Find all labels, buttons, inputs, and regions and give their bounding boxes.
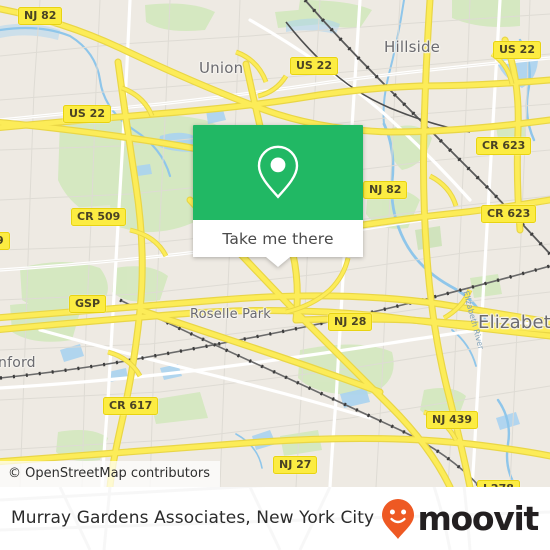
shield-nj-82-b: NJ 82 xyxy=(363,181,408,199)
shield-nj-27: NJ 27 xyxy=(273,456,318,474)
popup-header xyxy=(193,125,363,220)
osm-attribution[interactable]: © OpenStreetMap contributors xyxy=(0,461,220,487)
popup-pointer xyxy=(266,257,290,267)
shield-cr-623-a: CR 623 xyxy=(476,137,532,155)
footer-bar: Murray Gardens Associates, New York City… xyxy=(0,487,550,550)
shield-us-22-b: US 22 xyxy=(493,41,541,59)
shield-i-278: I 278 xyxy=(477,480,520,487)
moovit-smiley-pin-icon xyxy=(382,498,415,539)
map-screenshot: Union Hillside Roselle Park Elizabeth nf… xyxy=(0,0,550,550)
shield-nj-28: NJ 28 xyxy=(328,313,373,331)
shield-gsp: GSP xyxy=(69,295,107,313)
shield-nj-439: NJ 439 xyxy=(426,411,479,429)
location-pin-icon xyxy=(257,145,299,199)
shield-cr-509: CR 509 xyxy=(71,208,127,226)
location-popup[interactable]: Take me there xyxy=(193,125,363,267)
shield-route-9: 9 xyxy=(0,232,10,250)
page-title: Murray Gardens Associates, New York City xyxy=(11,508,375,528)
shield-cr-617: CR 617 xyxy=(103,397,159,415)
shield-cr-623-b: CR 623 xyxy=(481,205,537,223)
moovit-wordmark: moovit xyxy=(417,499,539,538)
take-me-there-button[interactable]: Take me there xyxy=(193,220,363,257)
shield-us-22-c: US 22 xyxy=(63,105,111,123)
moovit-brand[interactable]: moovit xyxy=(381,487,539,550)
shield-nj-82-a: NJ 82 xyxy=(18,7,63,25)
shield-us-22-a: US 22 xyxy=(290,57,338,75)
take-me-there-label: Take me there xyxy=(222,229,334,248)
